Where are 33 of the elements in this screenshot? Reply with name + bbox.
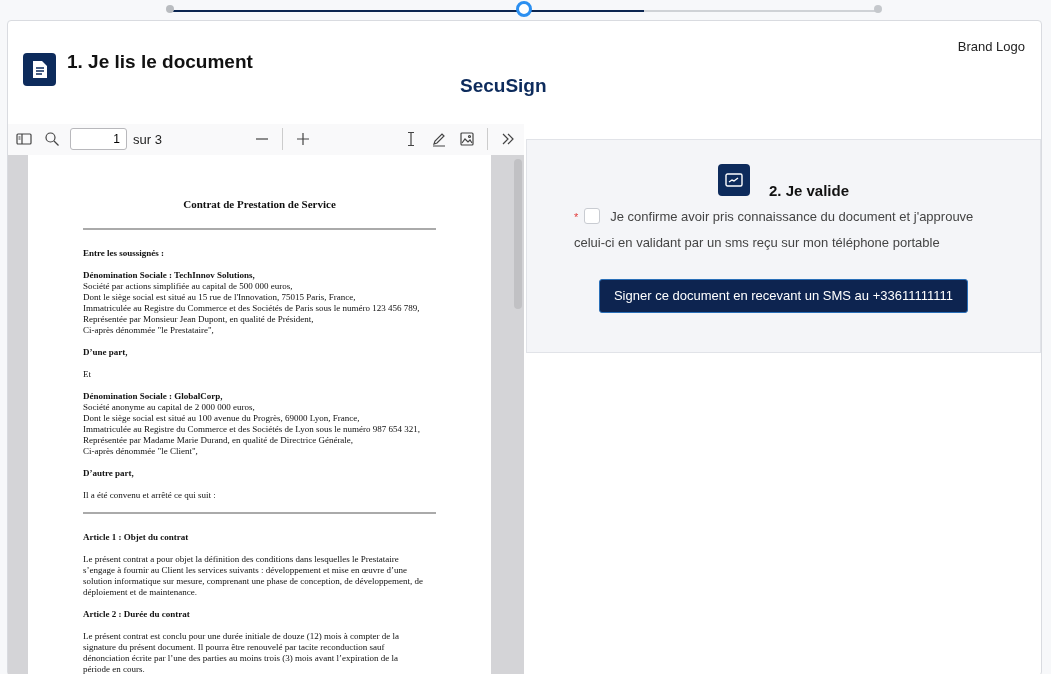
step-dot[interactable] <box>874 5 882 13</box>
image-icon[interactable] <box>459 131 475 148</box>
document-paragraph: Il a été convenu et arrêté ce qui suit : <box>83 489 217 501</box>
step-dot[interactable] <box>166 5 174 13</box>
page-count: sur 3 <box>133 130 162 149</box>
zoom-in-icon[interactable] <box>294 131 311 148</box>
step-title: 1. Je lis le document <box>67 50 253 74</box>
consent-text: celui-ci en validant par un sms reçu sur mon téléphone portable <box>574 234 940 253</box>
document-icon <box>23 53 56 86</box>
search-icon[interactable] <box>44 131 60 148</box>
app-name: SecuSign <box>460 74 547 98</box>
consent-text: Je confirme avoir pris connaissance du document et j'approuve <box>610 208 974 227</box>
sidebar-toggle-icon[interactable] <box>16 131 32 148</box>
pen-icon[interactable] <box>431 131 447 148</box>
signature-icon <box>717 163 750 196</box>
brand-logo: Brand Logo <box>957 38 1025 56</box>
section-heading: Article 1 : Objet du contrat <box>83 531 190 543</box>
step-title: 2. Je valide <box>768 180 850 201</box>
document-title: Contrat de Prestation de Service <box>182 198 337 210</box>
section-heading: Entre les soussignés : <box>83 247 166 259</box>
document-paragraph: Le présent contrat est conclu pour une durée initiale de douze (12) mois à compter de la signature du présent document. Il pourra être renouvelé par tacite reconduction sauf dénonciation écrite par l’une des parties au moins trois (3) mois avant l’expiration de la période en cours. <box>83 630 400 674</box>
sign-button[interactable]: Signer ce document en recevant un SMS au +33611111111 <box>598 279 969 313</box>
page-number-field[interactable]: 1 <box>70 128 127 151</box>
required-mark: * <box>574 211 579 224</box>
section-heading: Article 2 : Durée du contrat <box>83 608 191 620</box>
section-heading: D’autre part, <box>83 467 135 479</box>
document-paragraph: Et <box>83 368 92 380</box>
consent-checkbox[interactable] <box>584 208 601 225</box>
step-dot[interactable] <box>516 1 532 17</box>
party-paragraph: Dénomination Sociale : GlobalCorp, Société anonyme au capital de 2 000 000 euros, Dont le siège social est situé au 100 avenue du Progrès, 69000 Lyon, France, Immatriculée au Registre du Commerce et des Sociétés de Lyon sous le numéro 987 654 321, Représentée par Madame Marie Durand, en qualité de Directrice Générale, Ci-après dénommée "le Client", <box>83 390 421 457</box>
document-paragraph: Le présent contrat a pour objet la définition des conditions dans lesquelles le Prestataire s’engage à fournir au Client les services suivants : développement et mise en œuvre d’une solution informatique sur mesure, comprenant une phase de conception, de développement, de déploiement et de maintenance. <box>83 553 424 598</box>
party-paragraph: Dénomination Sociale : TechInnov Solutions, Société par actions simplifiée au capital de 500 000 euros, Dont le siège social est situé au 15 rue de l'Innovation, 75015 Paris, France, Immatriculée au Registre du Commerce et des Sociétés de Paris sous le numéro 123 456 789, Représentée par Monsieur Jean Dupont, en qualité de Président, Ci-après dénommée "le Prestataire", <box>83 269 421 336</box>
section-heading: D’une part, <box>83 346 129 358</box>
